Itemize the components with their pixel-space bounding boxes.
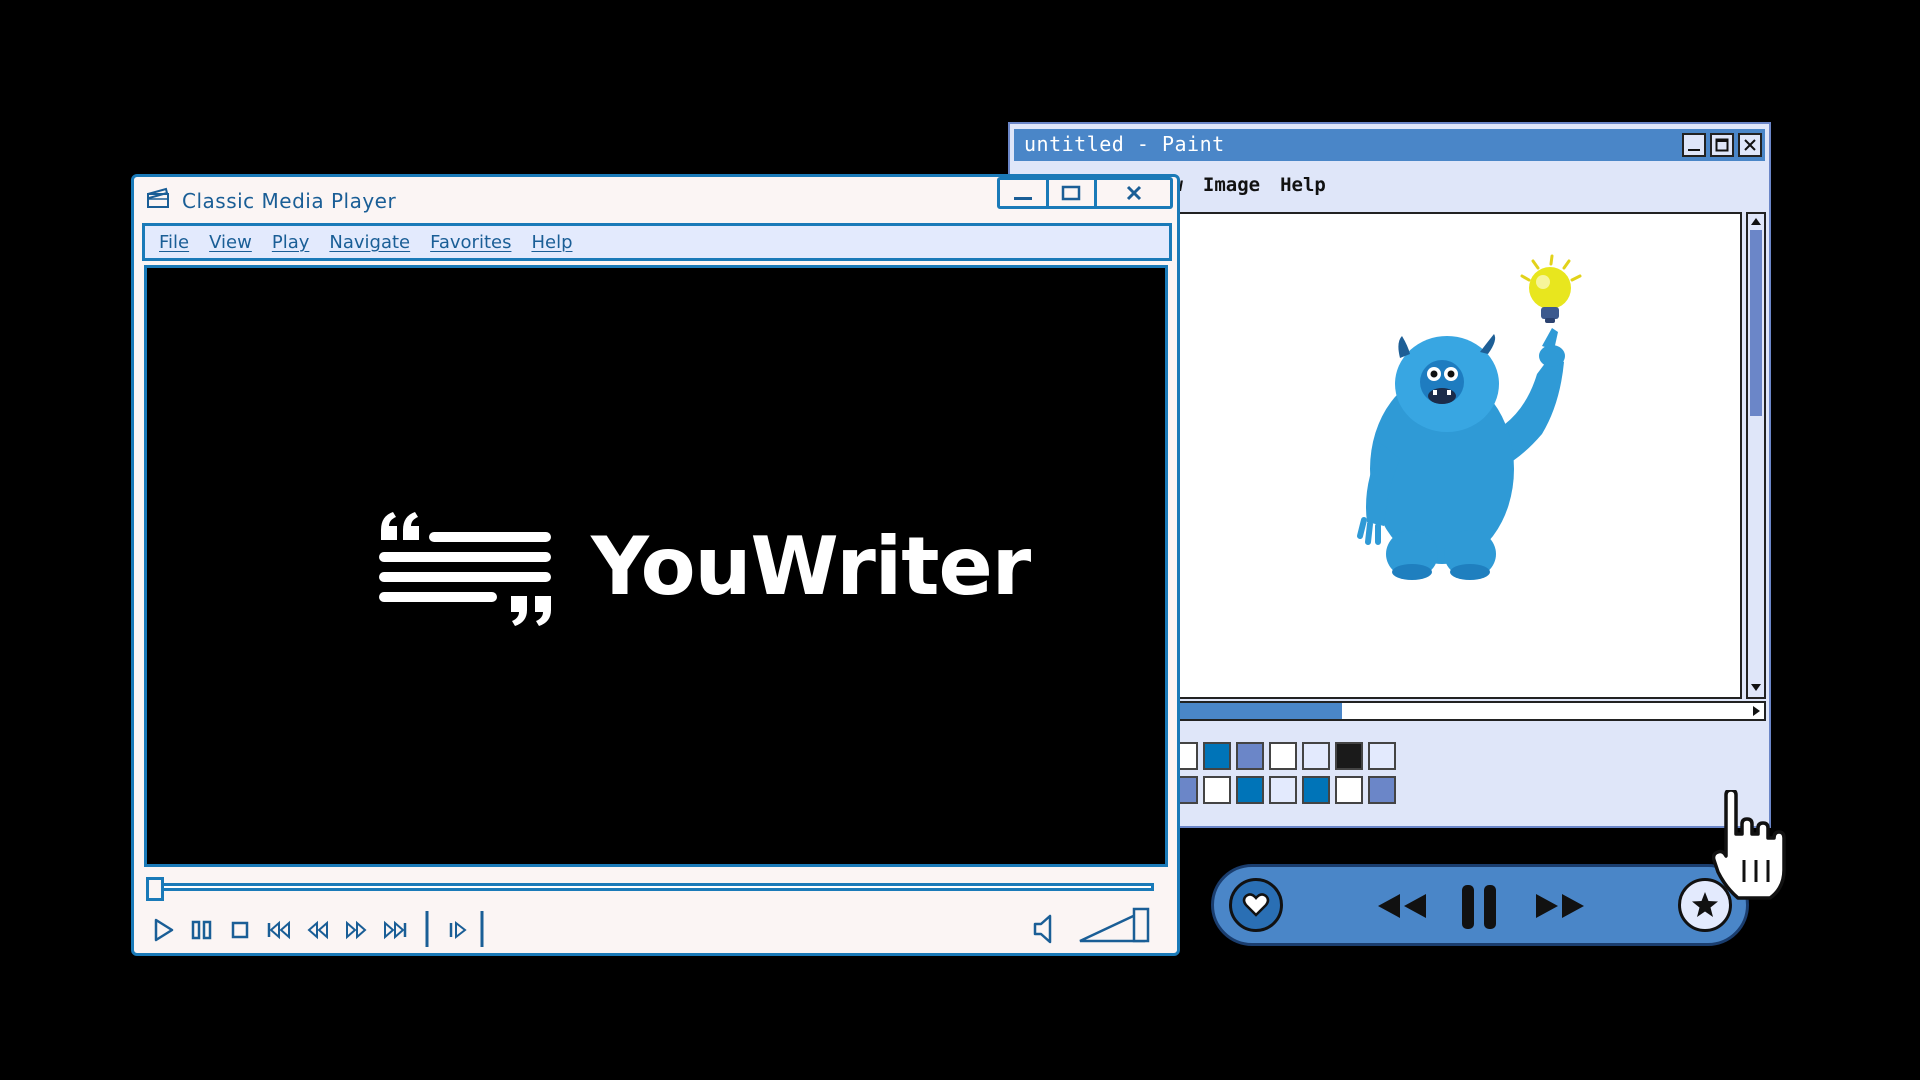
menu-help[interactable]: Help bbox=[1280, 174, 1326, 196]
media-player-title: Classic Media Player bbox=[182, 189, 397, 213]
color-swatch[interactable] bbox=[1236, 776, 1264, 804]
stop-icon[interactable] bbox=[228, 917, 252, 943]
pause-icon[interactable] bbox=[1458, 885, 1502, 929]
fast-forward-icon[interactable] bbox=[1532, 891, 1588, 921]
control-divider bbox=[425, 911, 429, 947]
color-swatch[interactable] bbox=[1302, 776, 1330, 804]
close-button[interactable] bbox=[1097, 180, 1170, 206]
minimize-button[interactable] bbox=[1000, 180, 1049, 206]
volume-slider[interactable] bbox=[1078, 907, 1150, 945]
maximize-button[interactable] bbox=[1710, 133, 1734, 157]
close-button[interactable] bbox=[1738, 133, 1762, 157]
minimize-icon bbox=[1013, 197, 1032, 200]
color-swatch[interactable] bbox=[1335, 742, 1363, 770]
seek-bar[interactable] bbox=[146, 883, 1154, 891]
color-swatch[interactable] bbox=[1368, 742, 1396, 770]
maximize-icon bbox=[1715, 138, 1729, 152]
paint-menu-bar: ewImageHelp bbox=[1160, 174, 1346, 196]
menu-play[interactable]: Play bbox=[272, 232, 310, 253]
color-swatch[interactable] bbox=[1302, 742, 1330, 770]
maximize-icon bbox=[1062, 185, 1081, 201]
paint-window-title: untitled - Paint bbox=[1024, 132, 1225, 156]
clapperboard-icon bbox=[147, 187, 169, 208]
maximize-button[interactable] bbox=[1049, 180, 1098, 206]
paint-canvas[interactable] bbox=[1170, 212, 1742, 699]
color-swatch[interactable] bbox=[1269, 742, 1297, 770]
rewind-icon[interactable] bbox=[1374, 891, 1430, 921]
menu-navigate[interactable]: Navigate bbox=[329, 232, 410, 253]
menu-file[interactable]: File bbox=[159, 232, 189, 253]
hand-cursor-icon bbox=[1712, 790, 1786, 900]
menu-help[interactable]: Help bbox=[531, 232, 572, 253]
control-divider bbox=[480, 911, 484, 947]
monster-illustration bbox=[1357, 254, 1582, 580]
heart-icon bbox=[1242, 893, 1270, 917]
minimize-icon bbox=[1688, 149, 1700, 151]
frame-step-icon[interactable] bbox=[446, 917, 470, 943]
skip-back-icon[interactable] bbox=[266, 917, 292, 943]
vertical-scroll-thumb[interactable] bbox=[1750, 230, 1762, 416]
menu-image[interactable]: Image bbox=[1203, 174, 1260, 196]
menu-favorites[interactable]: Favorites bbox=[430, 232, 511, 253]
media-player-window: Classic Media Player File View Play Navi… bbox=[131, 174, 1180, 956]
color-swatch[interactable] bbox=[1269, 776, 1297, 804]
color-swatch[interactable] bbox=[1236, 742, 1264, 770]
color-swatch[interactable] bbox=[1368, 776, 1396, 804]
rewind-icon[interactable] bbox=[306, 917, 330, 943]
fast-forward-icon[interactable] bbox=[344, 917, 368, 943]
vertical-scrollbar[interactable] bbox=[1746, 212, 1766, 699]
horizontal-scrollbar[interactable] bbox=[1170, 701, 1766, 721]
skip-forward-icon[interactable] bbox=[382, 917, 408, 943]
media-player-menu-bar: File View Play Navigate Favorites Help bbox=[142, 223, 1172, 261]
seek-handle[interactable] bbox=[146, 877, 164, 901]
favorite-button[interactable] bbox=[1229, 878, 1283, 932]
volume-icon[interactable] bbox=[1032, 913, 1058, 945]
color-swatch[interactable] bbox=[1203, 742, 1231, 770]
horizontal-scroll-thumb[interactable] bbox=[1172, 703, 1342, 719]
play-icon[interactable] bbox=[152, 917, 176, 943]
paint-title-bar[interactable]: untitled - Paint bbox=[1014, 129, 1765, 161]
scroll-up-icon bbox=[1751, 218, 1761, 225]
color-palette bbox=[1170, 742, 1396, 804]
window-controls bbox=[997, 177, 1173, 209]
scroll-down-icon bbox=[1751, 684, 1761, 691]
minimize-button[interactable] bbox=[1682, 133, 1706, 157]
close-icon bbox=[1126, 185, 1141, 201]
scroll-right-icon bbox=[1753, 706, 1760, 716]
video-screen[interactable]: YouWriter bbox=[144, 265, 1168, 867]
mini-player-bar bbox=[1211, 864, 1749, 946]
youwriter-logo-text: YouWriter bbox=[591, 520, 1031, 613]
menu-view[interactable]: View bbox=[209, 232, 252, 253]
color-swatch[interactable] bbox=[1335, 776, 1363, 804]
pause-icon[interactable] bbox=[190, 917, 214, 943]
close-icon bbox=[1744, 139, 1756, 151]
color-swatch[interactable] bbox=[1203, 776, 1231, 804]
youwriter-logo-icon bbox=[379, 512, 551, 626]
